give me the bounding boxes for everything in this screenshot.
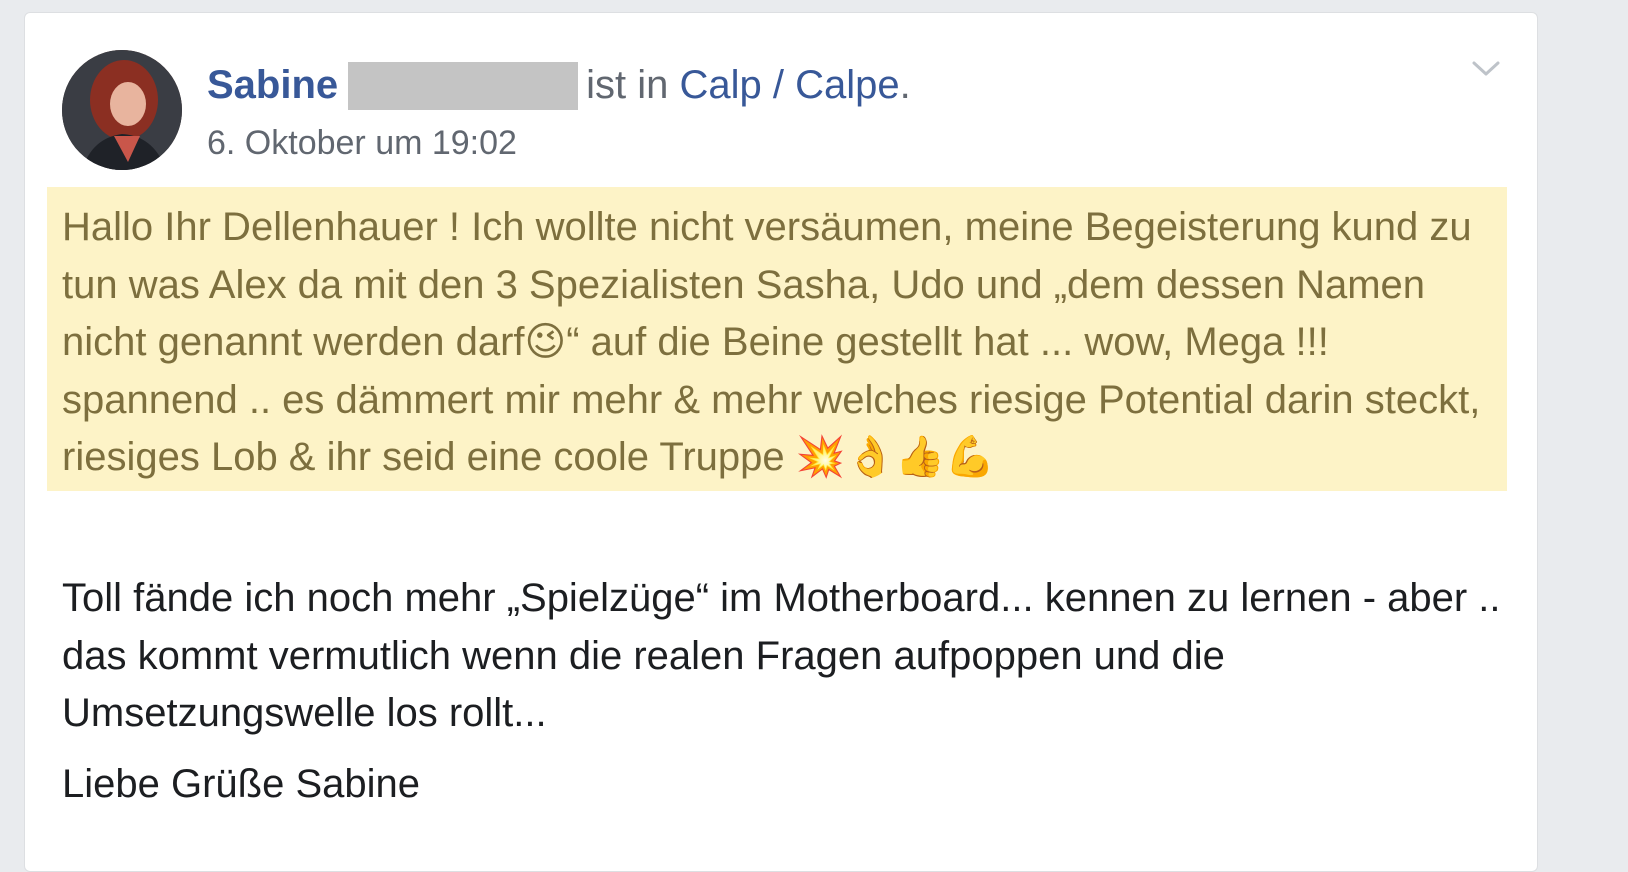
post-menu-button[interactable] [1471,59,1501,79]
post-header: Sabine ist in Calp / Calpe. [207,61,911,110]
post-timestamp[interactable]: 6. Oktober um 19:02 [207,123,517,163]
avatar-image [62,50,182,170]
author-name[interactable]: Sabine [207,63,338,107]
post-text-paragraph: Toll fände ich noch mehr „Spielzüge“ im … [62,576,1501,735]
location-suffix: . [899,63,911,107]
redacted-surname [348,62,579,110]
post-signature: Liebe Grüße Sabine [62,762,421,806]
avatar[interactable] [62,50,182,170]
location-prefix: ist in [586,63,669,107]
chevron-down-icon [1472,61,1500,76]
post-card: Sabine ist in Calp / Calpe. 6. Oktober um… [24,12,1538,872]
location-link[interactable]: Calp / Calpe [680,63,900,107]
post-text-highlighted: Hallo Ihr Dellenhauer ! Ich wollte nicht… [62,205,1481,479]
